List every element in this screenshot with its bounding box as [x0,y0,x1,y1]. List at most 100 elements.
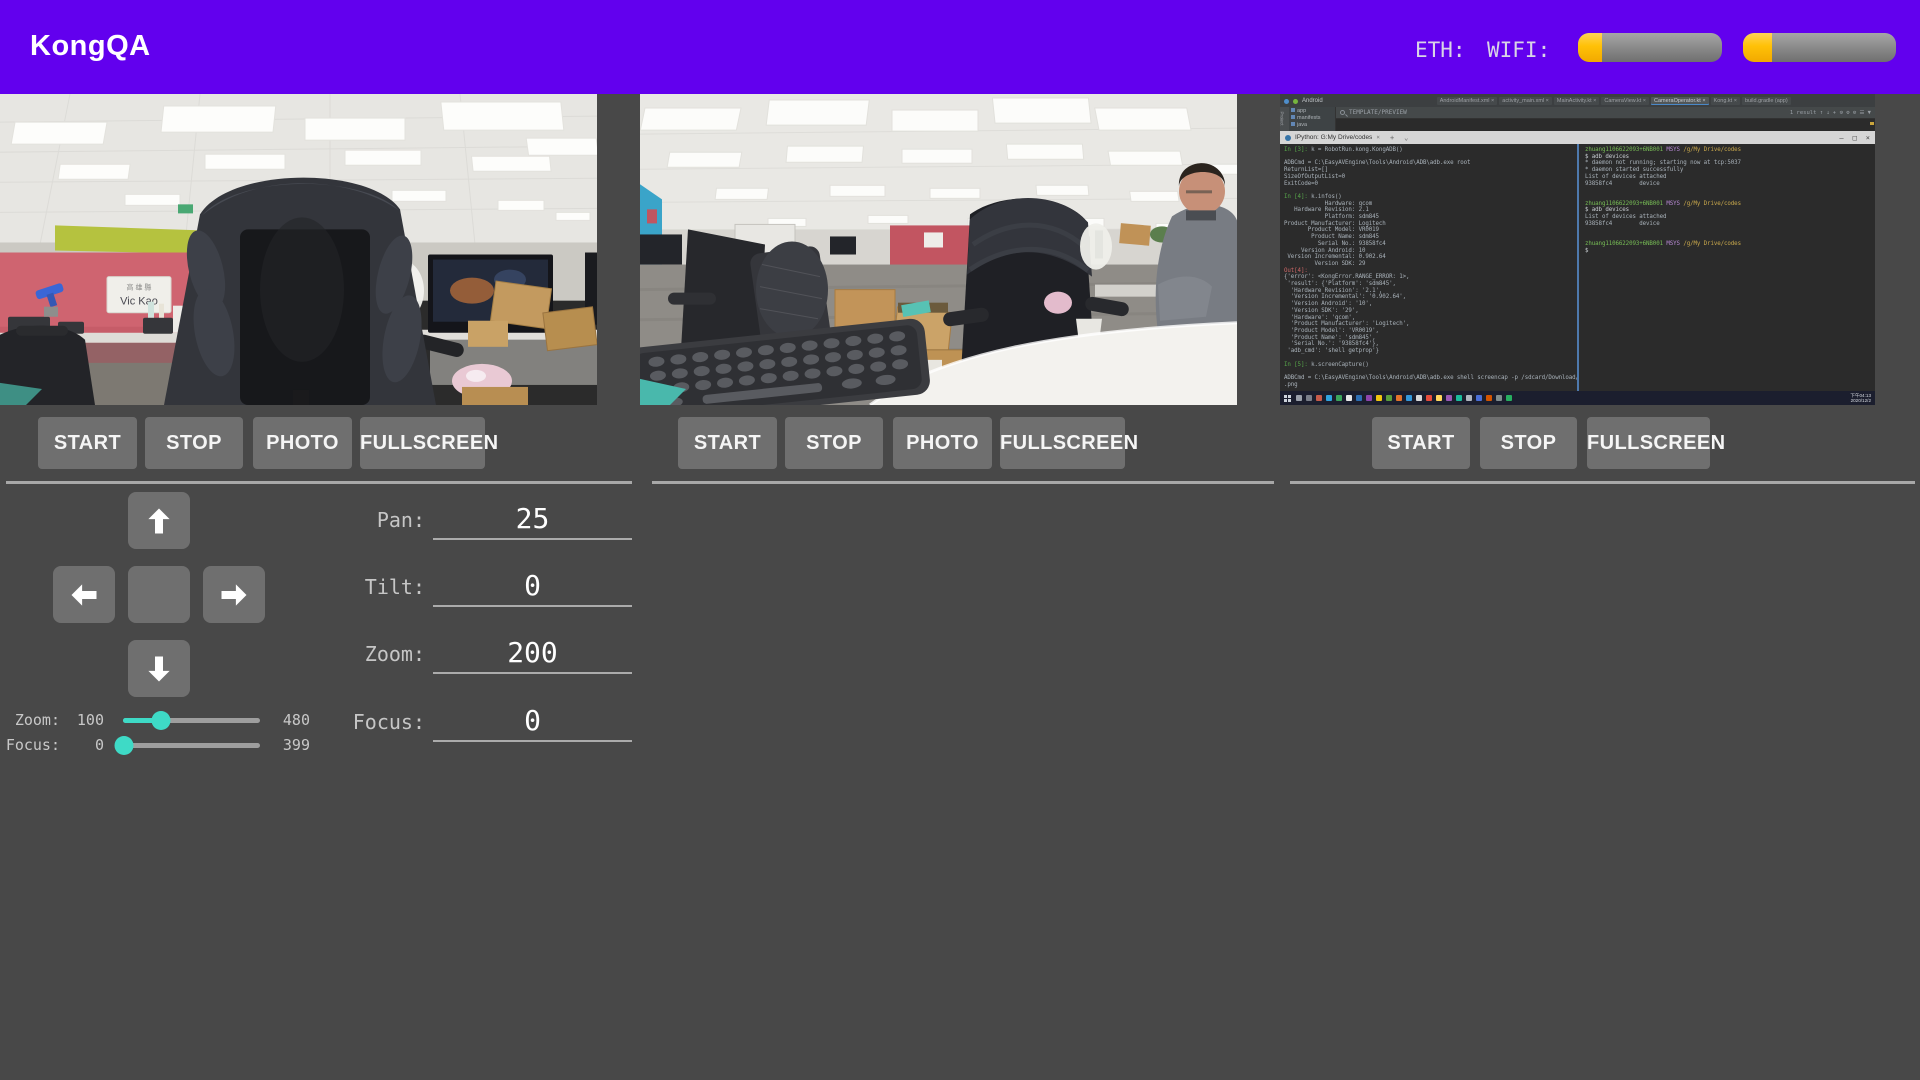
pan-input[interactable]: 25 [433,502,632,540]
camera-1-fullscreen-button[interactable]: FULLSCREEN [360,417,485,469]
terminal-line: 'Hardware Revision': '2.1', [1284,288,1577,295]
pan-right-button[interactable] [203,566,265,623]
terminal-line: 'Product Name': 'sdm845', [1284,335,1577,342]
terminal-line: 93858fc4 device [1585,221,1875,228]
zoom-input[interactable]: 200 [433,636,632,674]
focus-field-label: Focus: [335,710,425,734]
clock-date: 2020/12/2 [1851,398,1871,403]
terminal-line: zhuang1106622093+6NB001 MSYS /g/My Drive… [1585,147,1875,154]
camera-2-divider [652,481,1274,484]
terminal-line: 'result': {'Platform': 'sdm845', [1284,281,1577,288]
terminal-line: Version Android: 10 [1284,248,1577,255]
terminal-line: ADBCmd = C:\EasyAVEngine\Tools\Android\A… [1284,375,1577,382]
as-editor-tab: activity_main.xml × [1499,97,1552,105]
as-project-item: app [1291,108,1321,115]
terminal-line: ADBCmd = C:\EasyAVEngine\Tools\Android\A… [1284,160,1577,167]
terminal-line: $ [1585,248,1875,255]
zoom-slider[interactable] [123,718,260,723]
terminal-line: Product Model: VR0019 [1284,227,1577,234]
terminal-line: Out[4]: [1284,268,1577,275]
window-control-icon: — [1839,134,1843,142]
as-editor-tab: CameraView.kt × [1601,97,1649,105]
wifi-progress-fill [1743,33,1772,62]
pan-field-label: Pan: [335,508,425,532]
arrow-left-icon [69,580,99,610]
camera-3-stop-button[interactable]: STOP [1480,417,1577,469]
terminal-line: $ adb devices [1585,154,1875,161]
as-editor-tabs: AndroidManifest.xml ×activity_main.xml ×… [1437,97,1791,105]
window-controls: —□× [1839,134,1870,142]
terminal-line: .png [1284,382,1577,389]
terminal-line: Hardware Revision: 2.1 [1284,207,1577,214]
as-editor-tab: AndroidManifest.xml × [1437,97,1498,105]
as-search-query: TEMPLATE/PREVIEW [1349,109,1407,116]
camera-3-start-button[interactable]: START [1372,417,1470,469]
terminal-line: 'Product Model': 'VR0019', [1284,328,1577,335]
focus-slider-label: Focus: [0,736,60,754]
terminal-line: * daemon started successfully [1585,167,1875,174]
camera-2-photo-button[interactable]: PHOTO [893,417,992,469]
as-project-label: Project [1280,111,1285,125]
terminal-line: 'Product Manufacturer': 'Logitech', [1284,321,1577,328]
eth-label: ETH: [1415,38,1466,62]
as-scroll-marker [1870,122,1874,125]
terminal-line: Version SDK: 29 [1284,261,1577,268]
taskbar-icons [1296,395,1512,401]
arrow-up-icon [144,506,174,536]
pan-up-button[interactable] [128,492,190,549]
terminal-line: 'Serial No.': '93858fc4'}, [1284,341,1577,348]
terminal-line [1585,234,1875,241]
kongqa-app: KongQA ETH: WIFI: [0,0,1920,1080]
focus-slider[interactable] [123,743,260,748]
taskbar-clock: 下午04:132020/12/2 [1850,393,1871,404]
tilt-field-label: Tilt: [335,575,425,599]
terminal-line: Product Manufacturer: Logitech [1284,221,1577,228]
terminal-line [1284,154,1577,161]
as-editor-tab: MainActivity.kt × [1554,97,1599,105]
pan-left-button[interactable] [53,566,115,623]
arrow-down-icon [144,654,174,684]
focus-slider-max: 399 [268,736,310,754]
terminal-line: In [3]: k = RobotRun.kong.KongADB() [1284,147,1577,154]
ipython-window-title: IPython: G:My Drive/codes [1295,134,1372,141]
camera-3-scene: Android AndroidManifest.xml ×activity_ma… [1280,94,1875,405]
terminal-line: 'adb_cmd': 'shell getprop'} [1284,348,1577,355]
terminal-line: zhuang1106622093+6NB001 MSYS /g/My Drive… [1585,241,1875,248]
camera-3-fullscreen-button[interactable]: FULLSCREEN [1587,417,1710,469]
terminal-line: Product Name: sdm845 [1284,234,1577,241]
camera-1-photo-button[interactable]: PHOTO [253,417,352,469]
focus-slider-thumb[interactable] [115,736,134,755]
app-title: KongQA [30,30,151,63]
android-studio-titlebar: Android AndroidManifest.xml ×activity_ma… [1280,95,1875,107]
terminal-line: ReturnList=[] [1284,167,1577,174]
terminal-line [1585,227,1875,234]
office-sign-line1: 高 雄 縣 [127,283,152,292]
tilt-input[interactable]: 0 [433,569,632,607]
zoom-slider-thumb[interactable] [152,711,171,730]
terminal-line: In [5]: k.screenCapture() [1284,362,1577,369]
camera-1-divider [6,481,632,484]
terminal-line: List of devices attached [1585,174,1875,181]
zoom-slider-current: 100 [62,711,104,729]
camera-1-video-feed: 高 雄 縣 Vic Kao [0,94,597,405]
arrow-right-icon [219,580,249,610]
camera-1-start-button[interactable]: START [38,417,137,469]
camera-2-fullscreen-button[interactable]: FULLSCREEN [1000,417,1125,469]
camera-2-start-button[interactable]: START [678,417,777,469]
terminal-line: ExitCode=0 [1284,181,1577,188]
focus-input[interactable]: 0 [433,704,632,742]
msys-right-pane: zhuang1106622093+6NB001 MSYS /g/My Drive… [1581,144,1875,391]
zoom-field-label: Zoom: [335,642,425,666]
terminal-line [1284,187,1577,194]
camera-1-stop-button[interactable]: STOP [145,417,243,469]
terminal-line [1284,368,1577,375]
camera-3-divider [1290,481,1915,484]
camera-2-stop-button[interactable]: STOP [785,417,883,469]
terminal-line: 'Hardware': 'qcom', [1284,315,1577,322]
terminal-line: Version Incremental: 0.902.64 [1284,254,1577,261]
terminal-line: 'Version SDK': '29', [1284,308,1577,315]
pan-down-button[interactable] [128,640,190,697]
camera-2-video-feed [640,94,1237,405]
terminal-line: * daemon not running; starting now at tc… [1585,160,1875,167]
pan-center-button[interactable] [128,566,190,623]
